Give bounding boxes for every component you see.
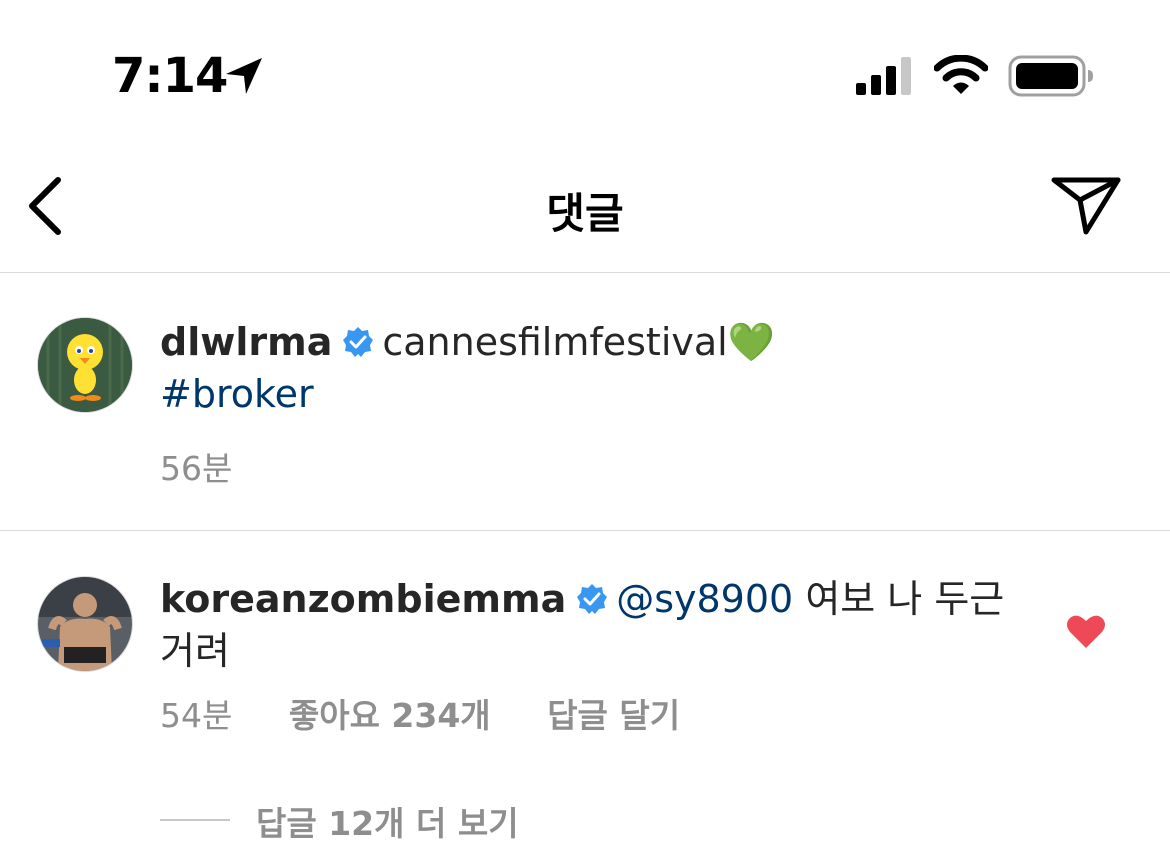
- verified-badge-icon: [343, 327, 374, 357]
- caption-hashtag[interactable]: #broker: [160, 372, 314, 416]
- comment-time: 54분: [160, 696, 233, 735]
- comment-item: koreanzombiemma @sy8900 여보 나 두근거려 54분 좋아요…: [0, 531, 1170, 859]
- battery-icon: [1008, 55, 1093, 97]
- avatar[interactable]: [37, 317, 133, 413]
- replies-divider: [160, 819, 230, 821]
- verified-badge-icon: [577, 584, 608, 614]
- paper-plane-icon[interactable]: [1050, 174, 1122, 238]
- caption-text: dlwlrma cannesfilmfestival💚 #broker: [160, 316, 1020, 420]
- status-bar: 7:14: [0, 0, 1170, 140]
- heart-icon[interactable]: [1066, 613, 1106, 649]
- caption-username[interactable]: dlwlrma: [160, 320, 332, 364]
- page-title: 댓글: [546, 189, 624, 238]
- reply-button[interactable]: 답글 달기: [547, 696, 680, 735]
- comment-username[interactable]: koreanzombiemma: [160, 577, 566, 621]
- comment-mention[interactable]: @sy8900: [616, 577, 793, 621]
- location-arrow-icon: [226, 58, 262, 94]
- avatar-image: [38, 577, 132, 671]
- avatar-image: [38, 318, 132, 412]
- wifi-icon: [934, 55, 988, 94]
- status-time: 7:14: [112, 48, 228, 104]
- avatar[interactable]: [37, 576, 133, 672]
- comment-meta: 54분 좋아요 234개 답글 달기: [160, 689, 726, 737]
- caption-time: 56분: [160, 449, 233, 488]
- comment-text: koreanzombiemma @sy8900 여보 나 두근거려: [160, 573, 1020, 677]
- caption-body: cannesfilmfestival💚: [382, 320, 776, 364]
- signal-icon: [856, 57, 911, 95]
- post-caption: dlwlrma cannesfilmfestival💚 #broker 56분: [0, 272, 1170, 531]
- view-replies-label: 답글 12개 더 보기: [256, 804, 519, 843]
- caption-meta: 56분: [160, 442, 278, 490]
- nav-header: 댓글: [0, 140, 1170, 273]
- comment-likes[interactable]: 좋아요 234개: [289, 696, 491, 735]
- comments-screen: 7:14 댓글 dlwlrma cannesfilmfestival💚 #bro…: [0, 0, 1170, 859]
